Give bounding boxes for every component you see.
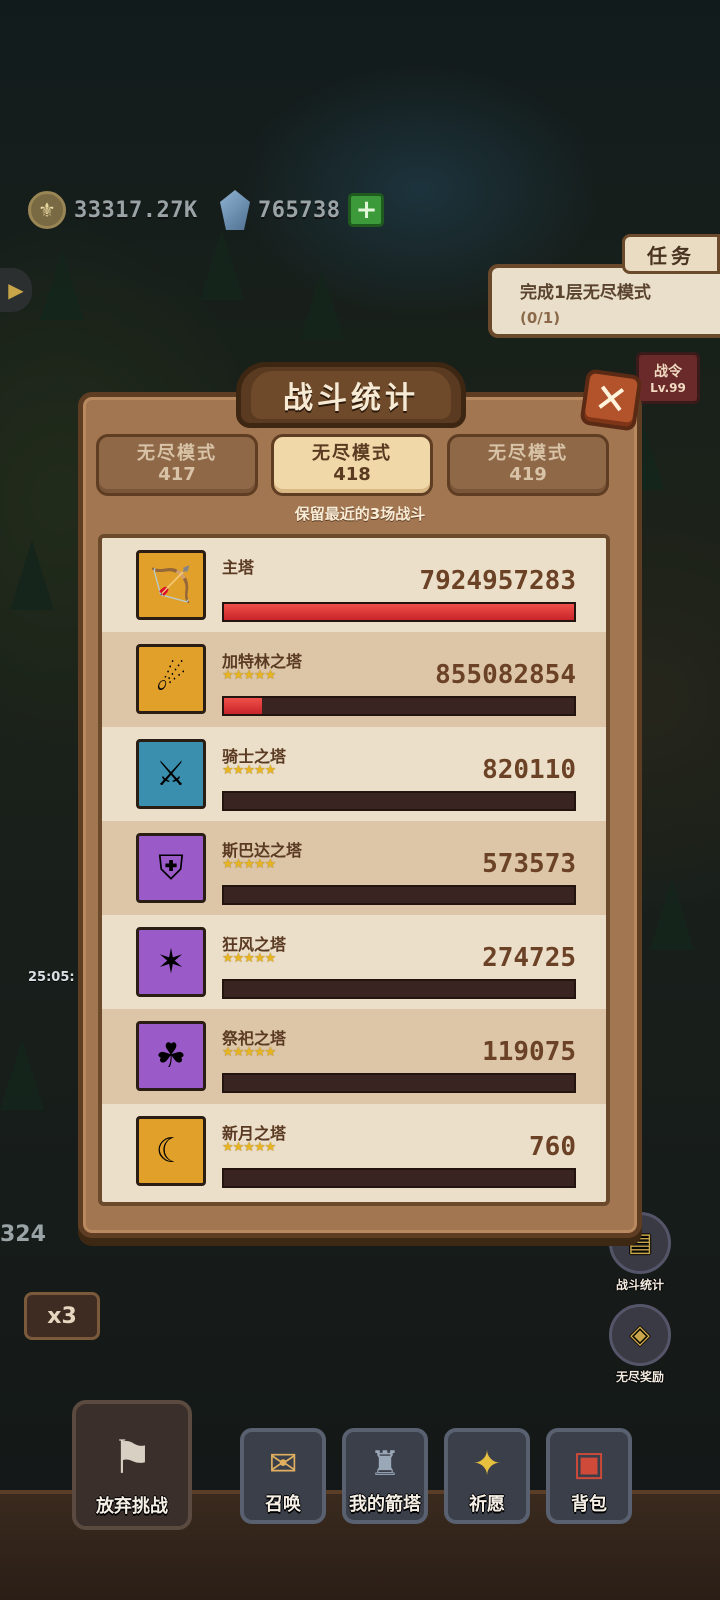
battle-pass-label: 战令 xyxy=(654,364,682,380)
tower-damage-row: ⛨ 斯巴达之塔 ★★★★★ 573573 xyxy=(102,820,606,916)
star-rating: ★★★★★ xyxy=(222,762,276,778)
quest-title: 完成1层无尽模式 xyxy=(520,283,651,303)
damage-value: 119075 xyxy=(482,1037,576,1068)
harpy-portrait: ✶ xyxy=(136,927,206,998)
tab-number: 417 xyxy=(158,464,196,485)
gem-resource: 765738 + xyxy=(220,190,385,230)
wave-number: 324 xyxy=(0,1222,46,1247)
star-rating: ★★★★★ xyxy=(222,856,276,872)
damage-bar-fill xyxy=(224,604,574,620)
gold-resource: ⚜ 33317.27K xyxy=(28,190,198,230)
battle-pass-level: Lv.99 xyxy=(650,381,686,395)
quest-tab[interactable]: 任务 xyxy=(622,234,720,274)
damage-bar xyxy=(222,1073,576,1094)
damage-bar xyxy=(222,790,576,811)
shaman-portrait: ☘ xyxy=(136,1021,206,1092)
chest-icon: ◈ xyxy=(609,1304,671,1366)
tower-damage-row: 🏹 主塔 7924957283 xyxy=(102,538,606,633)
modal-title-plate: 战斗统计 xyxy=(236,362,466,428)
pray-button[interactable]: ✦ 祈愿 xyxy=(444,1428,530,1524)
tower-icon: ♜ xyxy=(369,1444,401,1484)
quest-card[interactable]: 完成1层无尽模式 (0/1) xyxy=(488,264,720,338)
scroll-icon: ✉ xyxy=(268,1444,298,1484)
modal-title: 战斗统计 xyxy=(251,371,451,419)
damage-value: 855082854 xyxy=(435,660,576,691)
backpack-icon: ▣ xyxy=(572,1444,606,1484)
damage-bar-fill xyxy=(224,698,262,715)
tower-damage-row: ☄ 加特林之塔 ★★★★★ 855082854 xyxy=(102,632,606,727)
close-button[interactable]: ✕ xyxy=(579,368,643,432)
tab-name: 无尽模式 xyxy=(137,443,217,465)
coin-icon: ⚜ xyxy=(28,191,66,229)
damage-bar xyxy=(222,884,576,905)
gold-value: 33317.27K xyxy=(74,197,198,223)
damage-bar xyxy=(222,602,576,622)
tab-name: 无尽模式 xyxy=(312,443,392,465)
summon-button[interactable]: ✉ 召唤 xyxy=(240,1428,326,1524)
tab-mode-419[interactable]: 无尽模式 419 xyxy=(447,434,609,496)
damage-value: 760 xyxy=(529,1131,576,1162)
tab-mode-418[interactable]: 无尽模式 418 xyxy=(271,434,433,496)
knight-portrait: ⚔ xyxy=(136,738,206,809)
backpack-label: 背包 xyxy=(571,1494,607,1515)
spartan-portrait: ⛨ xyxy=(136,832,206,903)
damage-value: 7924957283 xyxy=(419,566,576,596)
tower-name: 主塔 xyxy=(222,558,255,577)
battle-pass-badge[interactable]: 战令 Lv.99 xyxy=(636,352,700,404)
endless-reward-label: 无尽奖励 xyxy=(615,1370,664,1384)
backpack-button[interactable]: ▣ 背包 xyxy=(546,1428,632,1524)
tower-damage-row: ✶ 狂风之塔 ★★★★★ 274725 xyxy=(102,915,606,1010)
keep-note: 保留最近的3场战斗 xyxy=(294,505,426,523)
my-towers-button[interactable]: ♜ 我的箭塔 xyxy=(342,1428,428,1524)
crescent-portrait: ☾ xyxy=(136,1115,206,1186)
quest-progress: (0/1) xyxy=(520,309,561,327)
damage-value: 274725 xyxy=(482,943,576,974)
abandon-label: 放弃挑战 xyxy=(96,1496,168,1517)
damage-stats-list[interactable]: 🏹 主塔 7924957283 ☄ 加特林之塔 ★★★★★ 855082854 ⚔ 骑士之塔 ★★… xyxy=(98,534,610,1206)
battle-stats-label: 战斗统计 xyxy=(615,1278,664,1292)
star-icon: ✦ xyxy=(472,1444,502,1484)
timer-text: 25:05: xyxy=(28,970,75,985)
star-rating: ★★★★★ xyxy=(222,1045,276,1061)
damage-value: 820110 xyxy=(482,754,576,785)
archer-portrait: 🏹 xyxy=(136,550,206,620)
damage-bar xyxy=(222,696,576,717)
speed-button[interactable]: x3 xyxy=(24,1292,100,1340)
abandon-challenge-button[interactable]: ⚑ 放弃挑战 xyxy=(72,1400,192,1530)
tab-mode-417[interactable]: 无尽模式 417 xyxy=(96,434,258,496)
gunner-portrait: ☄ xyxy=(136,644,206,715)
gem-value: 765738 xyxy=(258,197,341,223)
damage-value: 573573 xyxy=(482,848,576,879)
damage-bar xyxy=(222,1167,576,1188)
star-rating: ★★★★★ xyxy=(222,668,276,684)
close-icon: ✕ xyxy=(591,374,631,426)
flag-icon: ⚑ xyxy=(111,1430,153,1484)
star-rating: ★★★★★ xyxy=(222,1139,276,1155)
tower-damage-row: ☾ 新月之塔 ★★★★★ 760 xyxy=(102,1103,606,1199)
tab-number: 419 xyxy=(509,464,547,485)
damage-bar xyxy=(222,979,576,1000)
endless-reward-button[interactable]: ◈ 无尽奖励 xyxy=(600,1304,680,1385)
summon-label: 召唤 xyxy=(265,1494,301,1515)
gem-icon xyxy=(220,190,250,230)
tab-name: 无尽模式 xyxy=(488,443,568,465)
tower-damage-row: ☘ 祭祀之塔 ★★★★★ 119075 xyxy=(102,1009,606,1104)
my-towers-label: 我的箭塔 xyxy=(349,1494,421,1515)
star-rating: ★★★★★ xyxy=(222,951,276,967)
tower-damage-row: ⚔ 骑士之塔 ★★★★★ 820110 xyxy=(102,726,606,821)
add-gems-button[interactable]: + xyxy=(348,193,385,227)
tab-number: 418 xyxy=(333,464,371,485)
pray-label: 祈愿 xyxy=(469,1494,505,1515)
